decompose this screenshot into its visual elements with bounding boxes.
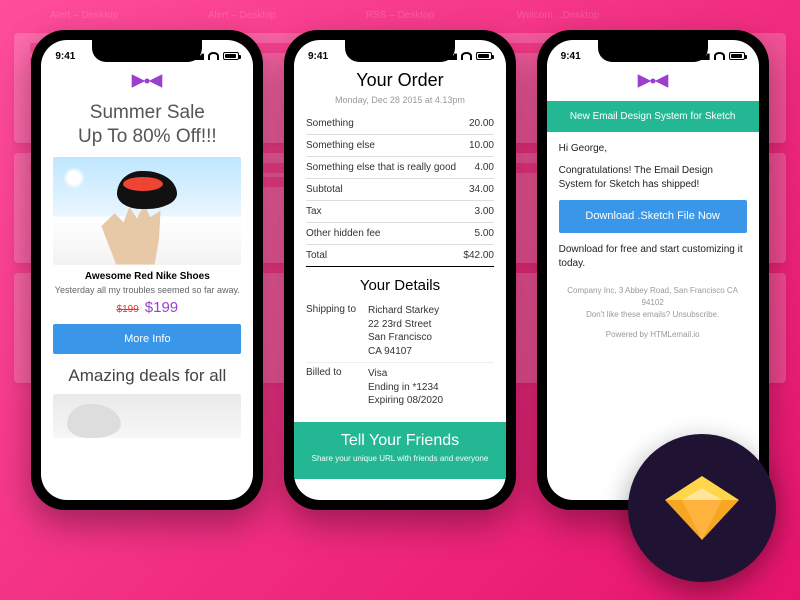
tell-friends-title: Tell Your Friends [306,432,494,450]
price-new: $199 [145,299,178,316]
tell-friends-sub: Share your unique URL with friends and e… [306,454,494,463]
sketch-diamond-icon [665,476,739,540]
detail-shipping: Shipping to Richard Starkey 22 23rd Stre… [306,300,494,363]
phone-mockup-1: 9:41 Summer Sale Up To 80% Off!!! Awesom… [31,30,263,510]
email-line-2: Download for free and start customizing … [559,243,747,271]
battery-icon [476,52,492,60]
phone-mockup-3: 9:41 New Email Design System for Sketch … [537,30,769,510]
hero-headline: Summer Sale Up To 80% Off!!! [53,101,241,149]
email-footer: Company Inc, 3 Abbey Road, San Francisco… [559,285,747,341]
product-photo [53,157,241,265]
order-line: Something else that is really good4.00 [306,157,494,179]
product-title: Awesome Red Nike Shoes [53,271,241,282]
deals-heading: Amazing deals for all [53,366,241,386]
wifi-icon [461,52,472,60]
phone-screen-3: 9:41 New Email Design System for Sketch … [547,40,759,500]
sketch-badge [628,434,776,582]
phone-notch [345,40,455,62]
order-line-fee: Other hidden fee5.00 [306,223,494,245]
product-subtitle: Yesterday all my troubles seemed so far … [53,285,241,295]
email-body: Hi George, Congratulations! The Email De… [559,142,747,271]
phone-screen-2: 9:41 Your Order Monday, Dec 28 2015 at 4… [294,40,506,500]
phone-notch [598,40,708,62]
email-line-1: Congratulations! The Email Design System… [559,164,747,192]
price-row: $199 $199 [53,299,241,316]
phone-notch [92,40,202,62]
detail-billed: Billed to Visa Ending in *1234 Expiring … [306,363,494,412]
status-time: 9:41 [561,51,581,62]
product-photo-2 [53,394,241,438]
details-title: Your Details [306,277,494,294]
canvas: Alert – Desktop Alert – Desktop RSS – De… [0,0,800,600]
order-line-total: Total$42.00 [306,245,494,267]
status-time: 9:41 [55,51,75,62]
order-date: Monday, Dec 28 2015 at 4.13pm [306,95,494,105]
order-line-subtotal: Subtotal34.00 [306,179,494,201]
tell-friends-panel: Tell Your Friends Share your unique URL … [294,422,506,479]
order-line: Something else10.00 [306,135,494,157]
status-time: 9:41 [308,51,328,62]
phone-mockup-2: 9:41 Your Order Monday, Dec 28 2015 at 4… [284,30,516,510]
email-banner: New Email Design System for Sketch [547,101,759,132]
bowtie-logo [53,72,241,95]
battery-icon [729,52,745,60]
battery-icon [223,52,239,60]
more-info-button[interactable]: More Info [53,324,241,354]
download-button[interactable]: Download .Sketch File Now [559,200,747,233]
order-line-tax: Tax3.00 [306,201,494,223]
order-line: Something20.00 [306,113,494,135]
wifi-icon [208,52,219,60]
price-old: $199 [117,304,139,315]
bowtie-logo [559,72,747,95]
email-greeting: Hi George, [559,142,747,156]
phone-screen-1: 9:41 Summer Sale Up To 80% Off!!! Awesom… [41,40,253,500]
order-title: Your Order [306,70,494,91]
wifi-icon [714,52,725,60]
